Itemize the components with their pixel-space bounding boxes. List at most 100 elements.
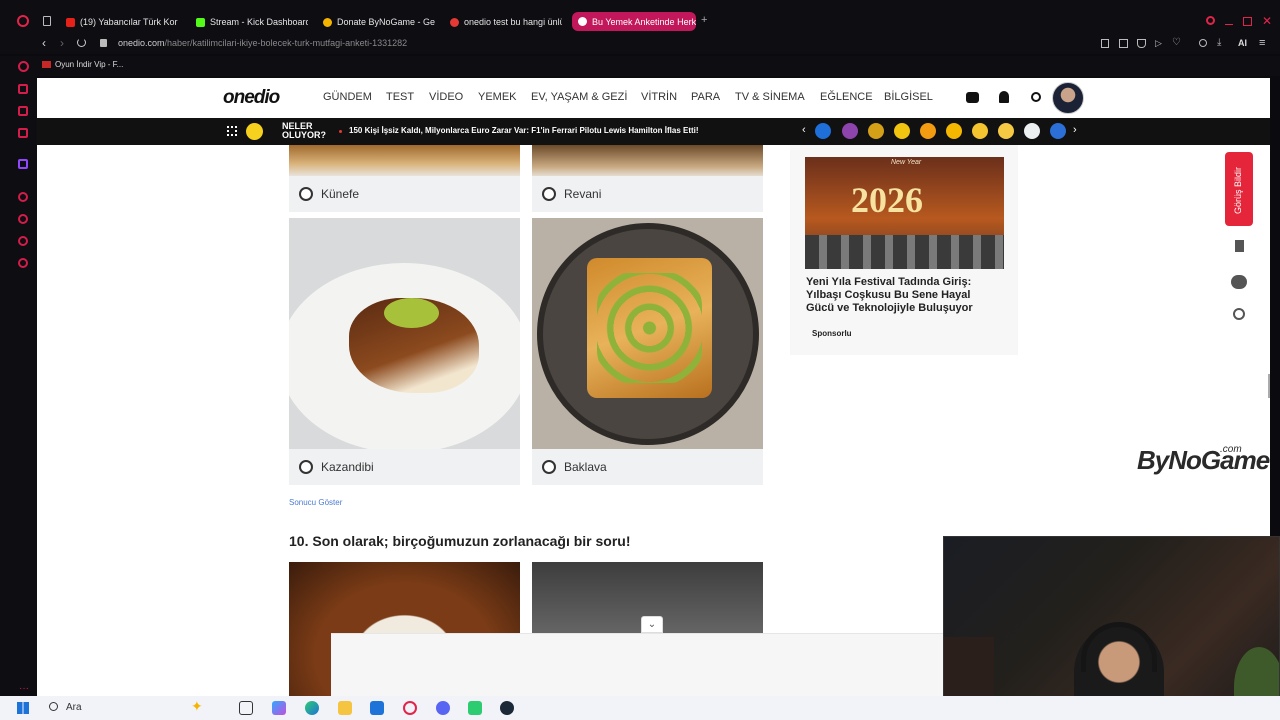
emoji-reaction-icon[interactable] bbox=[946, 123, 962, 139]
bookmark-icon[interactable] bbox=[1235, 240, 1244, 252]
shield-icon[interactable] bbox=[1137, 39, 1146, 48]
maximize-icon[interactable] bbox=[1243, 17, 1252, 26]
tab-youtube[interactable]: (19) Yabancılar Türk Korku bbox=[66, 13, 178, 31]
nav-test[interactable]: TEST bbox=[386, 91, 414, 103]
pin-icon[interactable] bbox=[1101, 39, 1109, 48]
sponsored-ad[interactable]: New Year 2026 Yeni Yıla Festival Tadında… bbox=[790, 145, 1018, 355]
option-card-baklava[interactable]: Baklava bbox=[532, 218, 763, 485]
heart-icon[interactable]: ♡ bbox=[1172, 37, 1181, 48]
copilot-sparkle-icon[interactable]: ✦ bbox=[191, 698, 203, 715]
edge-icon[interactable] bbox=[305, 701, 319, 715]
windows-start-icon[interactable] bbox=[17, 702, 29, 714]
avatar[interactable] bbox=[1052, 82, 1084, 114]
download-icon[interactable]: ⤓ bbox=[1217, 37, 1221, 48]
reload-icon[interactable] bbox=[77, 38, 86, 47]
sidebar-aria-icon[interactable] bbox=[18, 61, 29, 72]
emoji-reaction-icon[interactable] bbox=[815, 123, 831, 139]
nav-yemek[interactable]: YEMEK bbox=[478, 91, 517, 103]
search-tabs-icon[interactable] bbox=[1206, 16, 1215, 25]
sidebar-player-icon[interactable] bbox=[18, 192, 28, 202]
tab-kick[interactable]: Stream - Kick Dashboard bbox=[196, 13, 308, 31]
nav-video[interactable]: VİDEO bbox=[429, 91, 463, 103]
minimize-icon[interactable] bbox=[1225, 24, 1233, 25]
mail-icon[interactable] bbox=[370, 701, 384, 715]
nav-tv-sinema[interactable]: TV & SİNEMA bbox=[735, 91, 805, 103]
copilot-app-icon[interactable] bbox=[272, 701, 286, 715]
nav-vitrin[interactable]: VİTRİN bbox=[641, 91, 677, 103]
forward-icon[interactable]: › bbox=[60, 36, 64, 50]
opera-logo-icon[interactable] bbox=[17, 15, 29, 27]
emoji-reaction-icon[interactable] bbox=[1050, 123, 1066, 139]
ticker-headline[interactable]: 150 Kişi İşsiz Kaldı, Milyonlarca Euro Z… bbox=[349, 126, 699, 135]
emoji-reaction-icon[interactable] bbox=[972, 123, 988, 139]
option-choice[interactable]: Baklava bbox=[532, 449, 763, 485]
emoji-reaction-icon[interactable] bbox=[894, 123, 910, 139]
sidebar-settings-icon[interactable] bbox=[18, 258, 28, 268]
radio-icon[interactable] bbox=[299, 460, 313, 474]
emoji-reaction-icon[interactable] bbox=[868, 123, 884, 139]
player-icon[interactable]: ▷ bbox=[1155, 38, 1162, 49]
sidebar-crypto-icon[interactable] bbox=[18, 84, 28, 94]
emoji-reaction-icon[interactable] bbox=[920, 123, 936, 139]
task-view-icon[interactable] bbox=[239, 701, 253, 715]
app-icon[interactable] bbox=[468, 701, 482, 715]
sidebar-extensions-icon[interactable] bbox=[18, 236, 28, 246]
comments-icon[interactable] bbox=[1231, 275, 1247, 289]
url-field[interactable]: onedio.com/haber/katilimcilari-ikiye-bol… bbox=[118, 38, 407, 48]
radio-icon[interactable] bbox=[542, 187, 556, 201]
nav-para[interactable]: PARA bbox=[691, 91, 720, 103]
emoji-reaction-icon[interactable] bbox=[998, 123, 1014, 139]
ticker-next-icon[interactable]: › bbox=[1073, 124, 1077, 136]
snapshot-icon[interactable] bbox=[1119, 39, 1128, 48]
search-icon[interactable] bbox=[49, 702, 58, 711]
back-icon[interactable]: ‹ bbox=[42, 36, 46, 50]
tab-overview-icon[interactable] bbox=[43, 16, 51, 26]
sidebar-twitch-icon[interactable] bbox=[18, 159, 28, 169]
option-choice[interactable]: Kazandibi bbox=[289, 449, 520, 485]
sidebar-history-icon[interactable] bbox=[18, 214, 28, 224]
collapse-ad-button[interactable]: ⌄ bbox=[641, 616, 663, 633]
tab-bynogame[interactable]: Donate ByNoGame - Geleı bbox=[323, 13, 435, 31]
sidebar-instagram-icon[interactable] bbox=[18, 128, 28, 138]
opera-gx-icon[interactable] bbox=[403, 701, 417, 715]
nav-bilgisel[interactable]: BİLGİSEL bbox=[884, 91, 933, 103]
profile-icon[interactable] bbox=[1199, 39, 1207, 47]
option-card-kazandibi[interactable]: Kazandibi bbox=[289, 218, 520, 485]
bookmark-item[interactable]: Oyun İndir Vip - F... bbox=[42, 60, 123, 69]
tab-onedio-test[interactable]: onedio test bu hangi ünlü bbox=[450, 13, 562, 31]
steam-icon[interactable] bbox=[500, 701, 514, 715]
nav-ev-yasam-gezi[interactable]: EV, YAŞAM & GEZİ bbox=[531, 91, 627, 103]
taskbar-search-input[interactable]: Ara bbox=[66, 702, 82, 713]
new-tab-button[interactable]: + bbox=[701, 14, 707, 26]
ticker-prev-icon[interactable]: ‹ bbox=[802, 124, 806, 136]
menu-icon[interactable]: ≡ bbox=[1259, 37, 1265, 49]
option-choice[interactable]: Revani bbox=[532, 176, 763, 212]
emoji-reaction-icon[interactable] bbox=[842, 123, 858, 139]
bottom-ad-banner[interactable] bbox=[331, 633, 943, 696]
sidebar-messenger-icon[interactable] bbox=[18, 106, 28, 116]
show-result-link[interactable]: Sonucu Göster bbox=[289, 498, 342, 507]
scroll-thumb[interactable] bbox=[1268, 374, 1270, 398]
nav-eglence[interactable]: EĞLENCE bbox=[820, 91, 873, 103]
ai-button[interactable]: AI bbox=[1238, 38, 1247, 48]
feedback-button[interactable]: Görüş Bildir bbox=[1225, 152, 1253, 226]
search-icon[interactable] bbox=[1031, 92, 1041, 102]
file-explorer-icon[interactable] bbox=[338, 701, 352, 715]
tab-active-onedio[interactable]: Bu Yemek Anketinde Herk bbox=[572, 12, 696, 31]
share-icon[interactable] bbox=[1233, 308, 1245, 320]
ad-title[interactable]: Yeni Yıla Festival Tadında Giriş: Yılbaş… bbox=[806, 276, 996, 315]
option-card-revani[interactable]: Revani bbox=[532, 145, 763, 212]
option-choice[interactable]: Künefe bbox=[289, 176, 520, 212]
radio-icon[interactable] bbox=[542, 460, 556, 474]
sidebar-more-icon[interactable]: ··· bbox=[19, 683, 29, 694]
close-icon[interactable]: ✕ bbox=[1262, 14, 1272, 28]
option-card-kunefe[interactable]: Künefe bbox=[289, 145, 520, 212]
discord-icon[interactable] bbox=[436, 701, 450, 715]
chat-icon[interactable] bbox=[966, 92, 979, 103]
bell-icon[interactable] bbox=[999, 91, 1009, 103]
apps-grid-icon[interactable] bbox=[227, 126, 237, 136]
nav-gundem[interactable]: GÜNDEM bbox=[323, 91, 372, 103]
site-logo[interactable]: onedio bbox=[223, 87, 280, 109]
radio-icon[interactable] bbox=[299, 187, 313, 201]
emoji-reaction-icon[interactable] bbox=[1024, 123, 1040, 139]
